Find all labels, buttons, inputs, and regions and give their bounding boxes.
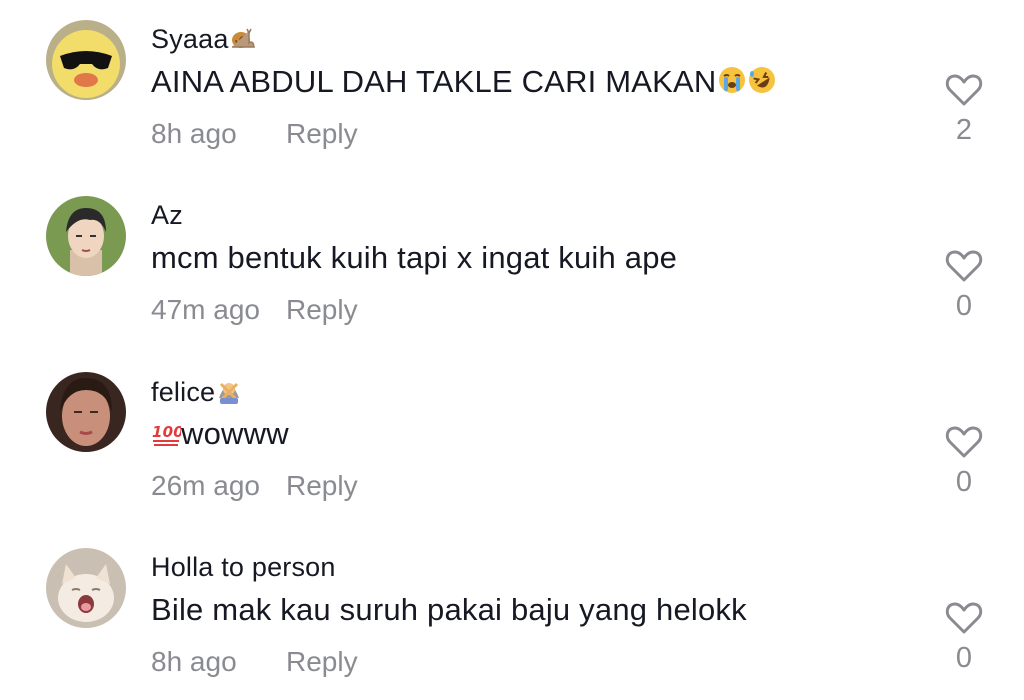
man-avatar-icon bbox=[46, 196, 126, 276]
avatar[interactable] bbox=[46, 20, 126, 100]
comment-timestamp: 8h ago bbox=[151, 118, 237, 149]
username-text: Syaaa bbox=[151, 24, 229, 54]
hundred-points-icon: 100 bbox=[151, 419, 184, 455]
comment-text: 100 wowww bbox=[151, 416, 289, 455]
comment-text-content: mcm bentuk kuih tapi x ingat kuih ape bbox=[151, 240, 678, 275]
comment-list: Syaaa AINA ABDUL DAH TAKLE CARI MAKAN 8h… bbox=[0, 0, 1024, 700]
avatar[interactable] bbox=[46, 196, 126, 276]
cat-avatar-icon bbox=[46, 548, 126, 628]
reply-button[interactable]: Reply bbox=[286, 470, 358, 502]
like-count: 0 bbox=[955, 466, 973, 498]
comment-item: Syaaa AINA ABDUL DAH TAKLE CARI MAKAN 8h… bbox=[0, 0, 1024, 176]
snail-icon bbox=[229, 27, 257, 58]
reply-button[interactable]: Reply bbox=[286, 118, 358, 150]
like-count: 0 bbox=[955, 290, 973, 322]
comment-timestamp: 47m ago bbox=[151, 294, 260, 325]
comment-timestamp: 26m ago bbox=[151, 470, 260, 501]
comment-item: Holla to person Bile mak kau suruh pakai… bbox=[0, 528, 1024, 700]
loudly-crying-face-icon bbox=[717, 65, 747, 103]
comment-text-content: wowww bbox=[181, 416, 289, 451]
avatar[interactable] bbox=[46, 548, 126, 628]
duck-avatar-icon bbox=[46, 20, 126, 100]
like-button[interactable] bbox=[944, 598, 984, 638]
username[interactable]: Az bbox=[151, 200, 183, 231]
username-text: Holla to person bbox=[151, 552, 336, 582]
username[interactable]: felice bbox=[151, 376, 243, 411]
like-button[interactable] bbox=[944, 70, 984, 110]
comment-text: Bile mak kau suruh pakai baju yang helok… bbox=[151, 592, 747, 628]
comment-timestamp: 8h ago bbox=[151, 646, 237, 677]
comment-item: Az mcm bentuk kuih tapi x ingat kuih ape… bbox=[0, 176, 1024, 352]
woman-avatar-icon bbox=[46, 372, 126, 452]
comment-item: felice 100 wowww 26m ago Reply 0 bbox=[0, 352, 1024, 528]
avatar[interactable] bbox=[46, 372, 126, 452]
comment-text-content: AINA ABDUL DAH TAKLE CARI MAKAN bbox=[151, 64, 717, 99]
woman-gesturing-no-icon bbox=[215, 376, 243, 411]
username-text: felice bbox=[151, 377, 216, 407]
comment-text-content: Bile mak kau suruh pakai baju yang helok… bbox=[151, 592, 747, 627]
comment-text: AINA ABDUL DAH TAKLE CARI MAKAN bbox=[151, 64, 777, 103]
heart-icon bbox=[945, 74, 983, 106]
heart-icon bbox=[945, 250, 983, 282]
like-count: 2 bbox=[955, 114, 973, 146]
reply-button[interactable]: Reply bbox=[286, 294, 358, 326]
reply-button[interactable]: Reply bbox=[286, 646, 358, 678]
like-count: 0 bbox=[955, 642, 973, 674]
like-button[interactable] bbox=[944, 422, 984, 462]
comment-text: mcm bentuk kuih tapi x ingat kuih ape bbox=[151, 240, 677, 276]
username-text: Az bbox=[151, 200, 183, 230]
username[interactable]: Holla to person bbox=[151, 552, 336, 583]
heart-icon bbox=[945, 602, 983, 634]
rolling-on-floor-laughing-icon bbox=[747, 65, 777, 103]
like-button[interactable] bbox=[944, 246, 984, 286]
heart-icon bbox=[945, 426, 983, 458]
svg-text:100: 100 bbox=[152, 423, 181, 441]
username[interactable]: Syaaa bbox=[151, 24, 257, 58]
